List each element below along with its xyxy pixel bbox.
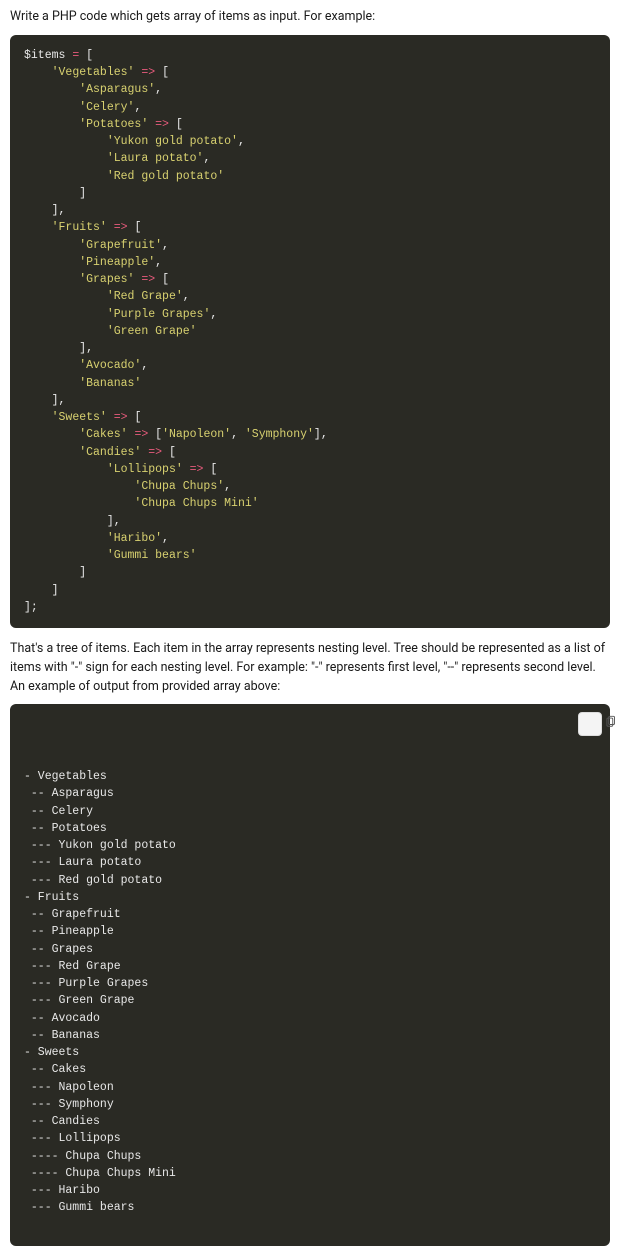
copy-button[interactable] <box>578 712 602 736</box>
output-code-block: - Vegetables -- Asparagus -- Celery -- P… <box>10 704 610 1246</box>
output-content: - Vegetables -- Asparagus -- Celery -- P… <box>24 768 596 1217</box>
intro-text: Write a PHP code which gets array of ite… <box>10 8 610 27</box>
explanation-text: That's a tree of items. Each item in the… <box>10 640 610 696</box>
php-code-block: $items = [ 'Vegetables' => [ 'Asparagus'… <box>10 35 610 628</box>
clipboard-icon <box>562 697 617 752</box>
